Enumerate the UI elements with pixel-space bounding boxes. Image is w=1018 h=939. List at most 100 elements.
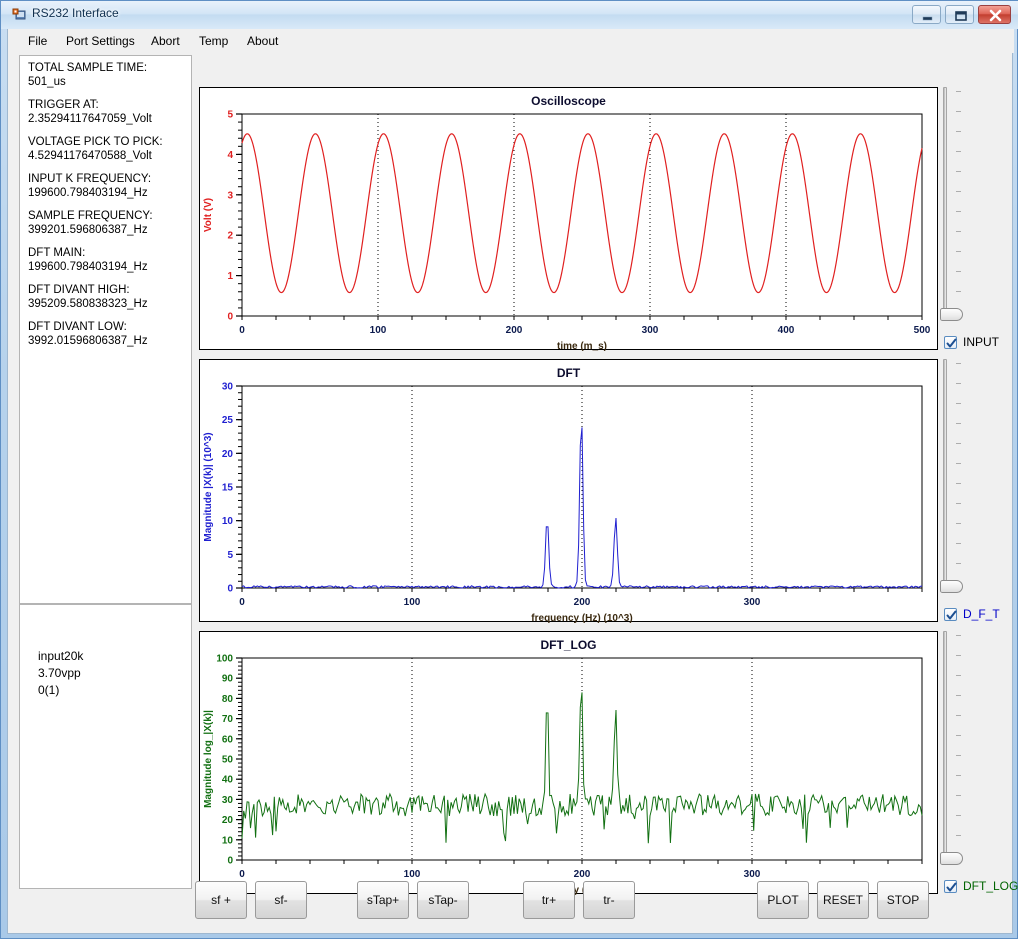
menu-item-about[interactable]: About [241,33,284,50]
measurement-value: 199600.798403194_Hz [28,187,148,199]
plot-button[interactable]: PLOT [757,881,809,919]
oscilloscope-panel: Oscilloscope 0 100 200 300 400 500 time (m_s) 0… [199,87,938,352]
sf-minus-button[interactable]: sf- [255,881,307,919]
svg-text:200: 200 [574,597,591,608]
note-line: 0(1) [38,683,60,697]
svg-text:0: 0 [239,325,245,336]
svg-text:40: 40 [222,775,234,786]
title-bar: RS232 Interface [1,1,1018,29]
input-checkbox[interactable] [944,336,957,349]
dft-log-slider-track[interactable] [943,631,947,861]
measurement-label: TOTAL SAMPLE TIME: [28,62,148,74]
svg-text:200: 200 [506,325,523,336]
svg-text:50: 50 [222,755,234,766]
notes-panel[interactable]: input20k 3.70vpp 0(1) [19,604,192,889]
svg-text:100: 100 [370,325,387,336]
menu-bar: File Port Settings Abort Temp About [8,29,1014,53]
svg-text:0: 0 [239,597,245,608]
stap-plus-button[interactable]: sTap+ [357,881,409,919]
svg-text:2: 2 [227,231,233,242]
svg-text:10: 10 [222,516,234,527]
svg-text:80: 80 [222,694,234,705]
svg-text:Magnitude log_|X(k)|: Magnitude log_|X(k)| [203,710,214,808]
measurement-value: 199600.798403194_Hz [28,261,148,273]
dft-log-checkbox[interactable] [944,880,957,893]
stop-button[interactable]: STOP [877,881,929,919]
svg-text:25: 25 [222,415,234,426]
dft-log-checkbox-label: DFT_LOG [963,879,1018,893]
dft-log-panel: DFT_LOG 0 100 200 300 frequency (Hz) (10^3) 0… [199,631,938,895]
application-icon [12,8,26,22]
svg-text:70: 70 [222,714,234,725]
reset-button[interactable]: RESET [817,881,869,919]
measurement-label: VOLTAGE PICK TO PICK: [28,136,163,148]
svg-text:0: 0 [227,584,233,595]
menu-item-abort[interactable]: Abort [145,33,186,50]
svg-text:Magnitude |X(k)| (10^3): Magnitude |X(k)| (10^3) [203,432,214,541]
svg-text:frequency (Hz) (10^3): frequency (Hz) (10^3) [531,613,632,623]
svg-text:1: 1 [227,271,233,282]
svg-text:0: 0 [227,312,233,323]
svg-text:Volt (V): Volt (V) [203,198,214,232]
oscilloscope-plot: 0 100 200 300 400 500 time (m_s) 0 1 2 3 4 5 Volt (V) [203,110,931,352]
tr-minus-button[interactable]: tr- [583,881,635,919]
measurement-label: DFT MAIN: [28,247,86,259]
measurements-list: TOTAL SAMPLE TIME: 501_us TRIGGER AT: 2.352… [28,61,190,357]
dft-plot: 0 100 200 300 frequency (Hz) (10^3) 0 5 10 15 20 2… [203,382,923,623]
svg-text:100: 100 [404,869,421,880]
dft-log-slider-thumb[interactable] [940,852,963,865]
measurement-item: DFT MAIN: 199600.798403194_Hz [28,246,190,274]
measurement-item: TRIGGER AT: 2.35294117647059_Volt [28,98,190,126]
measurement-label: SAMPLE FREQUENCY: [28,210,153,222]
dft-slider-thumb[interactable] [940,580,963,593]
svg-text:200: 200 [574,869,591,880]
svg-text:300: 300 [744,869,761,880]
menu-item-file[interactable]: File [22,33,53,50]
svg-text:10: 10 [222,835,234,846]
svg-text:400: 400 [778,325,795,336]
measurement-item: DFT DIVANT LOW: 3992.01596806387_Hz [28,320,190,348]
minimize-button[interactable] [912,5,941,24]
measurement-value: 2.35294117647059_Volt [28,113,152,125]
measurement-item: VOLTAGE PICK TO PICK: 4.52941176470588_Vo… [28,135,190,163]
menu-item-temp[interactable]: Temp [193,33,234,50]
svg-text:4: 4 [227,150,233,161]
note-line: input20k [38,649,84,663]
maximize-button[interactable] [945,5,974,24]
svg-text:300: 300 [744,597,761,608]
dft-checkbox[interactable] [944,608,957,621]
svg-text:0: 0 [239,869,245,880]
input-slider-track[interactable] [943,87,947,317]
notes-text: input20k 3.70vpp 0(1) [38,648,83,699]
measurement-label: TRIGGER AT: [28,99,99,111]
svg-text:5: 5 [227,550,233,561]
svg-text:100: 100 [216,654,233,665]
svg-text:100: 100 [404,597,421,608]
measurement-label: DFT DIVANT LOW: [28,321,127,333]
measurement-item: TOTAL SAMPLE TIME: 501_us [28,61,190,89]
measurements-panel: TOTAL SAMPLE TIME: 501_us TRIGGER AT: 2.352… [19,55,192,604]
tr-plus-button[interactable]: tr+ [523,881,575,919]
svg-text:90: 90 [222,674,234,685]
measurement-value: 4.52941176470588_Volt [28,150,152,162]
measurement-item: INPUT K FREQUENCY: 199600.798403194_Hz [28,172,190,200]
input-slider-thumb[interactable] [940,308,963,321]
measurement-label: DFT DIVANT HIGH: [28,284,130,296]
dft-slider-track[interactable] [943,359,947,589]
dft-log-plot: 0 100 200 300frequency (Hz) (10^3)010203040… [203,654,923,895]
svg-text:3: 3 [227,190,233,201]
svg-text:60: 60 [222,734,234,745]
window-title: RS232 Interface [32,6,119,20]
measurement-value: 3992.01596806387_Hz [28,335,148,347]
application-window: RS232 Interface File Port Settings Abort… [0,0,1018,939]
stap-minus-button[interactable]: sTap- [417,881,469,919]
input-checkbox-label: INPUT [963,335,999,349]
menu-item-port-settings[interactable]: Port Settings [60,33,141,50]
svg-text:20: 20 [222,815,234,826]
sf-plus-button[interactable]: sf + [195,881,247,919]
close-button[interactable] [978,5,1011,24]
note-line: 3.70vpp [38,666,81,680]
measurement-value: 395209.580838323_Hz [28,298,148,310]
measurement-value: 399201.596806387_Hz [28,224,148,236]
dft-panel: DFT 0 100 200 300 frequency (Hz) (10^3) 0 5 10 1… [199,359,938,623]
